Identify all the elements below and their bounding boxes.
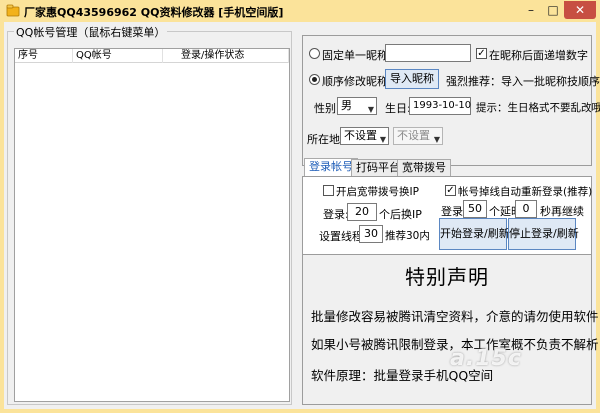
birthday-input[interactable]: 1993-10-10 [409, 97, 471, 115]
threads-input[interactable]: 30 [359, 225, 383, 243]
column-header-index[interactable]: 序号 [15, 49, 73, 63]
location-primary-value: 不设置 [344, 129, 377, 142]
sequential-nickname-label: 顺序修改昵称: [322, 75, 392, 88]
gender-select[interactable]: 男 ▼ [337, 97, 377, 115]
disclaimer-title: 特别声明 [405, 265, 489, 289]
login-count-input[interactable]: 20 [347, 203, 377, 221]
fixed-nickname-radio[interactable] [309, 48, 320, 59]
gender-value: 男 [341, 99, 352, 112]
broadband-ip-checkbox[interactable] [323, 185, 334, 196]
disclaimer-line-1: 批量修改容易被腾讯清空资料，介意的请勿使用软件 [311, 309, 599, 324]
login-count-suffix: 个后换IP [379, 208, 422, 221]
chevron-down-icon: ▼ [367, 105, 374, 114]
batch-login-label: 登录 [441, 205, 463, 218]
minimize-button[interactable]: – [520, 1, 542, 19]
chevron-down-icon: ▼ [379, 135, 386, 144]
login-count-label: 登录: [323, 208, 349, 221]
location-secondary-select: 不设置 ▼ [393, 127, 443, 145]
tab-login[interactable]: 登录帐号 [304, 158, 358, 177]
location-primary-select[interactable]: 不设置 ▼ [340, 127, 389, 145]
location-secondary-value: 不设置 [397, 129, 430, 142]
auto-relogin-checkbox[interactable]: ✓ [445, 185, 456, 196]
stop-login-button[interactable]: 停止登录/刷新 [508, 218, 579, 250]
window-title: 厂家惠QQ43596962 QQ资料修改器 [手机空间版] [24, 6, 284, 19]
profile-settings-panel: 固定单一昵称: ✓ 在昵称后面递增数字 顺序修改昵称: 导入昵称 强烈推荐：导入… [302, 35, 600, 166]
broadband-ip-label: 开启宽带拨号换IP [336, 186, 419, 198]
append-digits-label: 在昵称后面递增数字 [489, 49, 588, 62]
column-header-status[interactable]: 登录/操作状态 [163, 49, 289, 63]
import-hint: 强烈推荐：导入一批昵称技顺序改! [446, 75, 600, 88]
title-bar[interactable]: 厂家惠QQ43596962 QQ资料修改器 [手机空间版] – □ ✕ [0, 0, 600, 22]
app-icon [6, 4, 20, 17]
close-button[interactable]: ✕ [564, 1, 596, 19]
account-list-header: 序号 QQ帐号 登录/操作状态 [15, 49, 289, 63]
account-group: QQ帐号管理（鼠标右键菜单） 序号 QQ帐号 登录/操作状态 [7, 24, 292, 405]
start-login-button[interactable]: 开始登录/刷新 [439, 218, 510, 250]
watermark: a.15c [450, 346, 522, 371]
disclaimer-panel: 特别声明 批量修改容易被腾讯清空资料，介意的请勿使用软件 如果小号被腾讯限制登录… [302, 254, 599, 405]
account-list[interactable]: 序号 QQ帐号 登录/操作状态 [14, 48, 290, 402]
import-nickname-button[interactable]: 导入昵称 [385, 69, 439, 89]
app-window: 厂家惠QQ43596962 QQ资料修改器 [手机空间版] – □ ✕ QQ帐号… [0, 0, 600, 413]
birthday-hint: 提示：生日格式不要乱改哦 [476, 102, 600, 114]
append-digits-checkbox[interactable]: ✓ [476, 48, 487, 59]
fixed-nickname-label: 固定单一昵称: [322, 49, 392, 62]
auto-relogin-label: 帐号掉线自动重新登录(推荐) [458, 186, 593, 198]
location-label: 所在地: [307, 133, 344, 146]
threads-suffix: 推荐30内 [385, 230, 430, 242]
delay-input[interactable]: 0 [515, 200, 537, 218]
birthday-label: 生日: [385, 102, 411, 115]
batch-count-input[interactable]: 50 [463, 200, 487, 218]
fixed-nickname-input[interactable] [385, 44, 471, 62]
gender-label: 性别: [314, 102, 340, 115]
maximize-button[interactable]: □ [542, 1, 564, 19]
column-header-qq[interactable]: QQ帐号 [73, 49, 163, 63]
account-group-title: QQ帐号管理（鼠标右键菜单） [14, 24, 168, 40]
sequential-nickname-radio[interactable] [309, 74, 320, 85]
tab-broadband[interactable]: 宽带拨号 [397, 159, 451, 176]
chevron-down-icon: ▼ [433, 135, 440, 144]
delay-suffix: 秒再继续 [540, 205, 584, 218]
